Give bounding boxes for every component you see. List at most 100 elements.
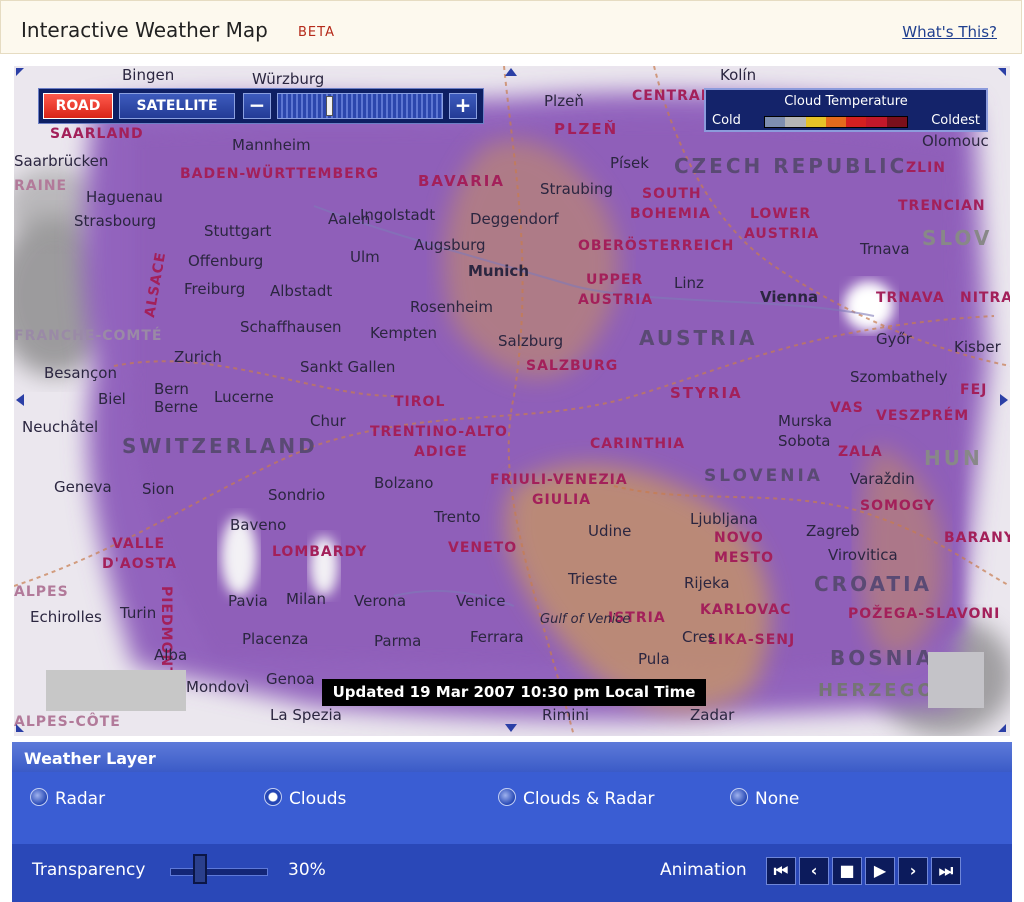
beta-badge: BETA <box>298 25 335 40</box>
zoom-slider-handle[interactable] <box>326 96 333 116</box>
satellite-view-button[interactable]: SATELLITE <box>119 93 235 119</box>
map-label-region: SOMOGY <box>860 498 936 514</box>
map-label-city: Mondovì <box>186 678 250 696</box>
zoom-slider[interactable] <box>277 93 443 119</box>
transparency-slider-thumb[interactable] <box>193 854 207 884</box>
pan-up-right-arrow[interactable] <box>998 68 1006 76</box>
radio-dot-icon <box>498 788 516 806</box>
legend-color-scale <box>764 116 908 128</box>
map-label-city: Augsburg <box>414 236 486 254</box>
map-label-city: Saarbrücken <box>14 152 109 170</box>
radar-radio[interactable]: Radar <box>30 788 105 809</box>
radio-dot-icon <box>264 788 282 806</box>
legend-cold-label: Cold <box>712 113 741 128</box>
pan-left-arrow[interactable] <box>16 394 24 406</box>
legend-coldest-label: Coldest <box>931 113 980 128</box>
map-label-country: HERZEGO <box>818 680 936 701</box>
last-frame-button[interactable]: ⏭ <box>931 857 961 885</box>
map-label-city: Deggendorf <box>470 210 559 228</box>
map-label-city: Lucerne <box>214 388 274 406</box>
map-label-city: Bolzano <box>374 474 434 492</box>
weather-map[interactable]: CZECH REPUBLIC AUSTRIA SWITZERLAND CROAT… <box>14 66 1010 736</box>
legend-color-swatch <box>825 117 847 127</box>
map-label-city: Zagreb <box>806 522 860 540</box>
legend-color-swatch <box>805 117 826 127</box>
none-radio[interactable]: None <box>730 788 799 809</box>
map-label-city: Salzburg <box>498 332 564 350</box>
map-label-region: TRNAVA <box>876 290 945 306</box>
pan-right-arrow[interactable] <box>1000 394 1008 406</box>
map-label-region: BAVARIA <box>418 172 505 190</box>
transparency-label: Transparency <box>32 860 146 880</box>
map-label-country: CZECH REPUBLIC <box>674 154 908 178</box>
map-label-city: Trieste <box>568 570 618 588</box>
page-title: Interactive Weather Map <box>21 18 268 42</box>
zoom-in-button[interactable]: + <box>449 93 477 119</box>
map-label-city: Haguenau <box>86 188 163 206</box>
map-label-region: VESZPRÉM <box>876 408 970 424</box>
map-label-region: BOHEMIA <box>630 206 711 222</box>
map-label-city: Würzburg <box>252 70 325 88</box>
map-label-region: ZLIN <box>906 160 946 176</box>
map-label-region: VALLE <box>112 536 166 552</box>
road-view-button[interactable]: ROAD <box>43 93 113 119</box>
clouds-and-radar-radio[interactable]: Clouds & Radar <box>498 788 655 809</box>
radio-dot-icon <box>730 788 748 806</box>
map-label-region: D'AOSTA <box>102 556 178 572</box>
map-label-city: Mannheim <box>232 136 311 154</box>
map-label-city: Virovitica <box>828 546 898 564</box>
map-label-city: Linz <box>674 274 704 292</box>
whats-this-link[interactable]: What's This? <box>902 23 997 41</box>
zoom-out-button[interactable]: − <box>243 93 271 119</box>
map-label-city: Olomouc <box>922 132 989 150</box>
map-label-city: Trnava <box>860 240 910 258</box>
map-label-city: Genoa <box>266 670 315 688</box>
map-label-city: Parma <box>374 632 422 650</box>
previous-frame-button[interactable]: ‹ <box>799 857 829 885</box>
pan-up-arrow[interactable] <box>505 68 517 76</box>
map-label-city: Straubing <box>540 180 613 198</box>
map-label-city: Gulf of Venice <box>540 612 631 627</box>
pan-down-arrow[interactable] <box>505 724 517 732</box>
map-label-city: Venice <box>456 592 506 610</box>
map-label-city: Rimini <box>542 706 590 724</box>
map-label-region: VENETO <box>448 540 518 556</box>
map-label-city: Echirolles <box>30 608 102 626</box>
map-label-region: VAS <box>830 400 864 416</box>
pan-up-left-arrow[interactable] <box>16 68 24 76</box>
radio-label: None <box>755 789 800 809</box>
next-frame-button[interactable]: › <box>898 857 928 885</box>
legend-color-swatch <box>866 117 887 127</box>
map-label-country: BOSNIA <box>830 646 935 670</box>
first-frame-button[interactable]: ⏮ <box>766 857 796 885</box>
radio-label: Radar <box>55 789 106 809</box>
clouds-radio[interactable]: Clouds <box>264 788 346 809</box>
map-label-city: Placenza <box>242 630 309 648</box>
map-label-city: Plzeň <box>544 92 584 110</box>
map-label-city: Vienna <box>760 288 819 306</box>
map-label-city: Sion <box>142 480 175 498</box>
layer-controls-row: Transparency 30% Animation ⏮ ‹ ■ ▶ › ⏭ <box>12 844 1012 902</box>
play-button[interactable]: ▶ <box>865 857 895 885</box>
map-label-region: BADEN-WÜRTTEMBERG <box>180 166 379 182</box>
map-label-city: Munich <box>468 262 529 280</box>
map-label-city: Offenburg <box>188 252 264 270</box>
stop-button[interactable]: ■ <box>832 857 862 885</box>
map-label-region: LOMBARDY <box>272 544 368 560</box>
map-label-country: AUSTRIA <box>639 326 758 350</box>
map-label-region: PLZEŇ <box>554 120 619 138</box>
map-label-city: Cres <box>682 628 716 646</box>
transparency-slider[interactable] <box>170 868 268 876</box>
map-label-country: SLOVENIA <box>704 466 823 486</box>
map-label-country: SWITZERLAND <box>122 434 318 458</box>
map-label-city: Sobota <box>778 432 831 450</box>
map-label-city: Pavia <box>228 592 268 610</box>
map-label-region: NOVO <box>714 530 764 546</box>
weather-layer-header: Weather Layer <box>12 742 1012 772</box>
pan-down-right-arrow[interactable] <box>998 724 1006 732</box>
pan-down-left-arrow[interactable] <box>16 724 24 732</box>
map-label-region: ALPES <box>14 584 69 600</box>
map-label-region: RAINE <box>14 178 68 194</box>
map-label-city: Baveno <box>230 516 287 534</box>
map-label-city: Győr <box>876 330 912 348</box>
